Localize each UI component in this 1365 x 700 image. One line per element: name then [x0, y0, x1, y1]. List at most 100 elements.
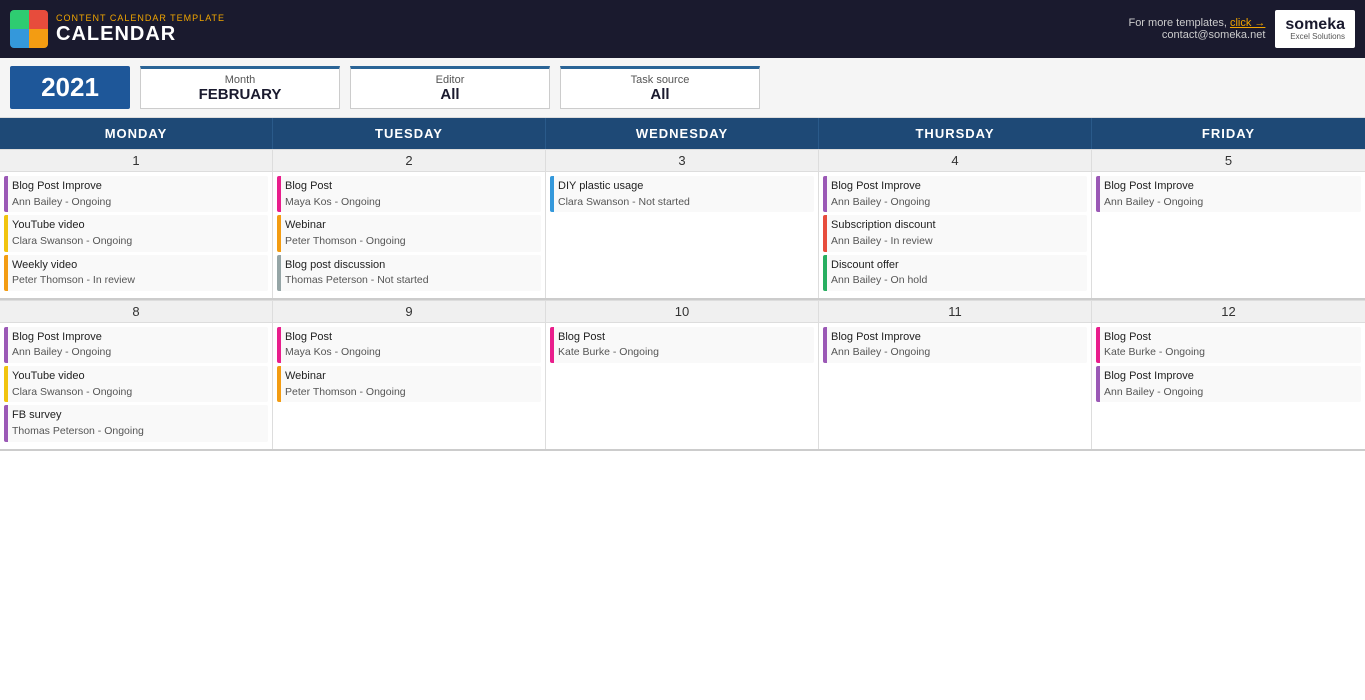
list-item[interactable]: YouTube videoClara Swanson - Ongoing — [4, 366, 268, 402]
task-label: Task source — [631, 74, 690, 86]
day-cell-10: 10 Blog PostKate Burke - Ongoing — [546, 300, 819, 449]
brand-name: someka — [1285, 16, 1345, 33]
list-item[interactable]: Blog post discussionThomas Peterson - No… — [277, 255, 541, 291]
event-content: Blog Post ImproveAnn Bailey - Ongoing — [1100, 176, 1207, 212]
event-title: Blog Post — [285, 178, 381, 195]
event-content: Blog Post ImproveAnn Bailey - Ongoing — [827, 327, 934, 363]
list-item[interactable]: Blog Post ImproveAnn Bailey - Ongoing — [1096, 366, 1361, 402]
event-meta: Peter Thomson - Ongoing — [285, 385, 406, 401]
day-number-4: 4 — [819, 150, 1091, 172]
day-number-3: 3 — [546, 150, 818, 172]
list-item[interactable]: YouTube videoClara Swanson - Ongoing — [4, 215, 268, 251]
brand-tagline: Excel Solutions — [1285, 33, 1345, 42]
event-meta: Peter Thomson - Ongoing — [285, 234, 406, 250]
event-title: Blog Post Improve — [1104, 178, 1203, 195]
event-content: Blog PostMaya Kos - Ongoing — [281, 327, 385, 363]
list-item[interactable]: Blog Post ImproveAnn Bailey - Ongoing — [1096, 176, 1361, 212]
event-title: Webinar — [285, 217, 406, 234]
day-cell-11: 11Blog Post ImproveAnn Bailey - Ongoing — [819, 300, 1092, 449]
logo-area: CONTENT CALENDAR TEMPLATE CALENDAR — [10, 10, 225, 48]
list-item[interactable]: Blog PostMaya Kos - Ongoing — [277, 327, 541, 363]
day-number-5: 5 — [1092, 150, 1365, 172]
contact-text: contact@someka.net — [1162, 29, 1266, 41]
event-content: WebinarPeter Thomson - Ongoing — [281, 366, 410, 402]
list-item[interactable]: Blog Post ImproveAnn Bailey - Ongoing — [4, 176, 268, 212]
day-cell-12: 12Blog PostKate Burke - OngoingBlog Post… — [1092, 300, 1365, 449]
controls-row: 2021 Month FEBRUARY Editor All Task sour… — [0, 58, 1365, 118]
list-item[interactable]: DIY plastic usageClara Swanson - Not sta… — [550, 176, 814, 212]
list-item[interactable]: Blog Post ImproveAnn Bailey - Ongoing — [823, 327, 1087, 363]
header-text: CONTENT CALENDAR TEMPLATE CALENDAR — [56, 13, 225, 46]
event-title: Blog Post Improve — [831, 329, 930, 346]
list-item[interactable]: WebinarPeter Thomson - Ongoing — [277, 366, 541, 402]
top-header: CONTENT CALENDAR TEMPLATE CALENDAR For m… — [0, 0, 1365, 58]
list-item[interactable]: Blog PostKate Burke - Ongoing — [550, 327, 814, 363]
list-item[interactable]: Blog Post ImproveAnn Bailey - Ongoing — [823, 176, 1087, 212]
day-number-10: 10 — [546, 301, 818, 323]
event-meta: Ann Bailey - Ongoing — [12, 345, 111, 361]
header-friday: FRIDAY — [1092, 118, 1365, 149]
list-item[interactable]: Discount offerAnn Bailey - On hold — [823, 255, 1087, 291]
header-info: For more templates, click → contact@some… — [1128, 17, 1265, 41]
event-content: Blog PostMaya Kos - Ongoing — [281, 176, 385, 212]
event-content: Blog PostKate Burke - Ongoing — [1100, 327, 1209, 363]
event-meta: Ann Bailey - In review — [831, 234, 936, 250]
event-content: DIY plastic usageClara Swanson - Not sta… — [554, 176, 694, 212]
event-title: Blog Post Improve — [1104, 368, 1203, 385]
event-meta: Clara Swanson - Not started — [558, 195, 690, 211]
list-item[interactable]: Blog PostKate Burke - Ongoing — [1096, 327, 1361, 363]
event-meta: Clara Swanson - Ongoing — [12, 385, 132, 401]
header-right: For more templates, click → contact@some… — [1128, 10, 1355, 48]
event-title: Subscription discount — [831, 217, 936, 234]
day-number-1: 1 — [0, 150, 272, 172]
promo-text: For more templates, — [1128, 17, 1226, 29]
calendar-body: 1Blog Post ImproveAnn Bailey - OngoingYo… — [0, 149, 1365, 451]
header-thursday: THURSDAY — [819, 118, 1092, 149]
editor-control[interactable]: Editor All — [350, 66, 550, 109]
event-meta: Thomas Peterson - Ongoing — [12, 424, 144, 440]
list-item[interactable]: Subscription discountAnn Bailey - In rev… — [823, 215, 1087, 251]
event-meta: Kate Burke - Ongoing — [558, 345, 659, 361]
event-title: Blog Post Improve — [12, 329, 111, 346]
day-cell-8: 8Blog Post ImproveAnn Bailey - OngoingYo… — [0, 300, 273, 449]
month-label: Month — [225, 74, 256, 86]
event-content: Discount offerAnn Bailey - On hold — [827, 255, 931, 291]
event-content: Blog Post ImproveAnn Bailey - Ongoing — [1100, 366, 1207, 402]
brand-logo: someka Excel Solutions — [1275, 10, 1355, 48]
event-meta: Clara Swanson - Ongoing — [12, 234, 132, 250]
list-item[interactable]: FB surveyThomas Peterson - Ongoing — [4, 405, 268, 441]
event-content: Blog Post ImproveAnn Bailey - Ongoing — [8, 176, 115, 212]
event-content: Blog Post ImproveAnn Bailey - Ongoing — [827, 176, 934, 212]
task-control[interactable]: Task source All — [560, 66, 760, 109]
event-meta: Maya Kos - Ongoing — [285, 345, 381, 361]
list-item[interactable]: Blog Post ImproveAnn Bailey - Ongoing — [4, 327, 268, 363]
event-title: Blog Post Improve — [12, 178, 111, 195]
event-meta: Ann Bailey - Ongoing — [1104, 385, 1203, 401]
event-title: FB survey — [12, 407, 144, 424]
event-content: Blog post discussionThomas Peterson - No… — [281, 255, 433, 291]
week-row-1: 1Blog Post ImproveAnn Bailey - OngoingYo… — [0, 149, 1365, 300]
day-number-12: 12 — [1092, 301, 1365, 323]
promo-link[interactable]: click → — [1230, 17, 1265, 29]
event-title: YouTube video — [12, 368, 132, 385]
day-number-2: 2 — [273, 150, 545, 172]
list-item[interactable]: Blog PostMaya Kos - Ongoing — [277, 176, 541, 212]
event-content: YouTube videoClara Swanson - Ongoing — [8, 215, 136, 251]
event-title: Blog Post Improve — [831, 178, 930, 195]
day-cell-1: 1Blog Post ImproveAnn Bailey - OngoingYo… — [0, 149, 273, 298]
month-control[interactable]: Month FEBRUARY — [140, 66, 340, 109]
event-content: Weekly videoPeter Thomson - In review — [8, 255, 139, 291]
list-item[interactable]: WebinarPeter Thomson - Ongoing — [277, 215, 541, 251]
event-title: Weekly video — [12, 257, 135, 274]
event-title: DIY plastic usage — [558, 178, 690, 195]
event-title: YouTube video — [12, 217, 132, 234]
day-headers: MONDAY TUESDAY WEDNESDAY THURSDAY FRIDAY — [0, 118, 1365, 149]
event-content: YouTube videoClara Swanson - Ongoing — [8, 366, 136, 402]
day-cell-4: 4Blog Post ImproveAnn Bailey - OngoingSu… — [819, 149, 1092, 298]
list-item[interactable]: Weekly videoPeter Thomson - In review — [4, 255, 268, 291]
editor-label: Editor — [436, 74, 465, 86]
header-tuesday: TUESDAY — [273, 118, 546, 149]
event-content: FB surveyThomas Peterson - Ongoing — [8, 405, 148, 441]
week-row-2: 8Blog Post ImproveAnn Bailey - OngoingYo… — [0, 300, 1365, 451]
calendar: MONDAY TUESDAY WEDNESDAY THURSDAY FRIDAY… — [0, 118, 1365, 451]
